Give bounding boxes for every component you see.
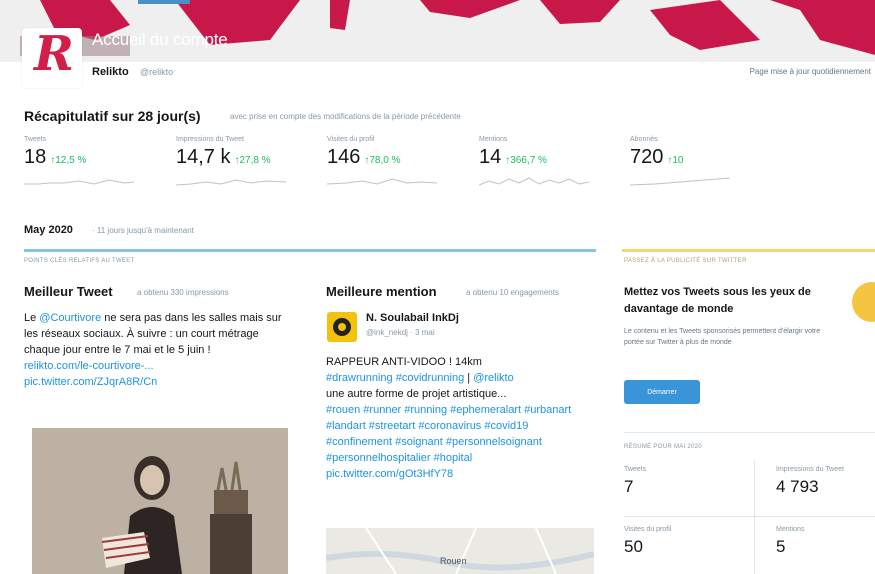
period-stat-tweets: Tweets 7 bbox=[624, 466, 646, 497]
summary-title: Récapitulatif sur 28 jour(s) bbox=[24, 108, 201, 124]
mention-author-handle: @ink_nekdj · 3 mai bbox=[366, 328, 435, 337]
stat-label: Tweets bbox=[24, 136, 47, 143]
tweet-url-link[interactable]: relikto.com/le-courtivore-... bbox=[24, 360, 154, 372]
period-stat-label: Visites du profil bbox=[624, 526, 672, 533]
stat-change: ↑10 bbox=[667, 155, 684, 166]
sparkline bbox=[327, 178, 437, 185]
promo-divider bbox=[622, 249, 875, 252]
period-stat-mentions: Mentions 5 bbox=[776, 526, 804, 557]
mention-map-image[interactable] bbox=[326, 528, 594, 574]
sparkline bbox=[630, 177, 730, 186]
stat-value: 18 bbox=[24, 146, 47, 168]
stat-label: Abonnés bbox=[630, 136, 658, 143]
mention-text-separator: | bbox=[464, 372, 474, 384]
stat-change: ↑366,7 % bbox=[505, 155, 547, 166]
stat-label: Mentions bbox=[479, 136, 508, 143]
period-stat-label: Tweets bbox=[624, 466, 647, 473]
mention-pic-link[interactable]: pic.twitter.com/gOt3HfY78 bbox=[326, 468, 453, 480]
stat-tweets: Tweets 18 ↑12,5 % bbox=[24, 136, 164, 192]
daily-update-note: Page mise à jour quotidiennement bbox=[749, 67, 871, 76]
period-stat-value: 50 bbox=[624, 537, 643, 556]
best-tweet-text: Le @Courtivore ne sera pas dans les sall… bbox=[24, 310, 286, 390]
start-ads-button[interactable]: Démarrer bbox=[624, 380, 700, 404]
best-tweet-note: a obtenu 330 impressions bbox=[137, 288, 229, 297]
mention-text-part: RAPPEUR ANTI-VIDOO ! 14km bbox=[326, 356, 482, 368]
period-stat-label: Impressions du Tweet bbox=[776, 466, 844, 473]
tweet-text-part: Le bbox=[24, 312, 40, 324]
stat-value: 720 bbox=[630, 146, 664, 168]
period-stat-label: Mentions bbox=[776, 526, 805, 533]
best-mention-text: RAPPEUR ANTI-VIDOO ! 14km #drawrunning #… bbox=[326, 354, 594, 482]
mention-text-part: une autre forme de projet artistique... bbox=[326, 388, 507, 400]
mention-hashtags[interactable]: #drawrunning #covidrunning bbox=[326, 372, 464, 384]
profile-name[interactable]: Relikto bbox=[92, 66, 129, 78]
sparkline bbox=[24, 179, 134, 185]
period-stat-value: 5 bbox=[776, 537, 786, 556]
tweet-photo-image bbox=[32, 428, 288, 574]
stat-mentions: Mentions 14 ↑366,7 % bbox=[479, 136, 619, 192]
period-divider-vertical bbox=[754, 460, 755, 574]
stat-value: 14 bbox=[479, 146, 502, 168]
period-stat-value: 7 bbox=[624, 477, 634, 496]
tweet-photo[interactable] bbox=[32, 428, 288, 574]
period-stat-profile-visits: Visites du profil 50 bbox=[624, 526, 671, 557]
stat-change: ↑27,8 % bbox=[234, 155, 271, 166]
month-note: · 11 jours jusqu'à maintenant bbox=[92, 226, 194, 235]
stat-label: Impressions du Tweet bbox=[176, 136, 244, 143]
best-tweet-title: Meilleur Tweet bbox=[24, 284, 113, 299]
best-mention-note: a obtenu 10 engagements bbox=[466, 288, 559, 297]
month-divider bbox=[24, 249, 596, 252]
promo-caption: PASSEZ À LA PUBLICITÉ SUR TWITTER bbox=[624, 258, 747, 264]
mention-author-avatar[interactable] bbox=[327, 312, 357, 342]
sparkline bbox=[176, 179, 286, 186]
summary-note: avec prise en compte des modifications d… bbox=[230, 112, 461, 121]
page-title: Accueil du compte bbox=[92, 30, 228, 49]
sparkline bbox=[479, 177, 589, 186]
profile-handle: @relikto bbox=[140, 67, 174, 77]
nav-tab-indicator bbox=[138, 0, 190, 4]
period-stat-impressions: Impressions du Tweet 4 793 bbox=[776, 466, 844, 497]
best-mention-title: Meilleure mention bbox=[326, 284, 437, 299]
highlights-caption: POINTS CLÉS RELATIFS AU TWEET bbox=[24, 258, 135, 264]
promo-body: Le contenu et les Tweets sponsorisés per… bbox=[624, 328, 821, 346]
stat-change: ↑78,0 % bbox=[364, 155, 401, 166]
stat-value: 14,7 k bbox=[176, 146, 231, 168]
stat-label: Visites du profil bbox=[327, 136, 375, 143]
stat-impressions: Impressions du Tweet 14,7 k ↑27,8 % bbox=[176, 136, 316, 192]
profile-avatar[interactable]: R bbox=[22, 28, 82, 88]
relikto-logo-icon: R bbox=[34, 26, 74, 82]
stat-change: ↑12,5 % bbox=[50, 155, 87, 166]
month-title: May 2020 bbox=[24, 224, 73, 236]
tweet-pic-link[interactable]: pic.twitter.com/ZJqrA8R/Cn bbox=[24, 376, 157, 388]
period-caption: RÉSUMÉ POUR MAI 2020 bbox=[624, 444, 703, 450]
stat-value: 146 bbox=[327, 146, 361, 168]
tweet-mention-link[interactable]: @Courtivore bbox=[39, 312, 101, 324]
map-image bbox=[326, 528, 594, 574]
mention-author-name[interactable]: N. Soulabail InkDj bbox=[366, 312, 459, 324]
stat-followers: Abonnés 720 ↑10 bbox=[630, 136, 770, 192]
promo-badge-icon bbox=[852, 282, 875, 322]
map-label: Rouen bbox=[440, 556, 467, 566]
period-divider-horizontal bbox=[624, 516, 875, 517]
stat-profile-visits: Visites du profil 146 ↑78,0 % bbox=[327, 136, 467, 192]
mention-hashtags[interactable]: #rouen #runner #running #ephemeralart #u… bbox=[326, 404, 571, 464]
promo-title: Mettez vos Tweets sous les yeux de davan… bbox=[624, 286, 811, 315]
mention-user-link[interactable]: @relikto bbox=[473, 372, 514, 384]
period-divider bbox=[624, 432, 875, 433]
period-stat-value: 4 793 bbox=[776, 477, 819, 496]
header-banner: Accueil du compte bbox=[0, 0, 875, 62]
